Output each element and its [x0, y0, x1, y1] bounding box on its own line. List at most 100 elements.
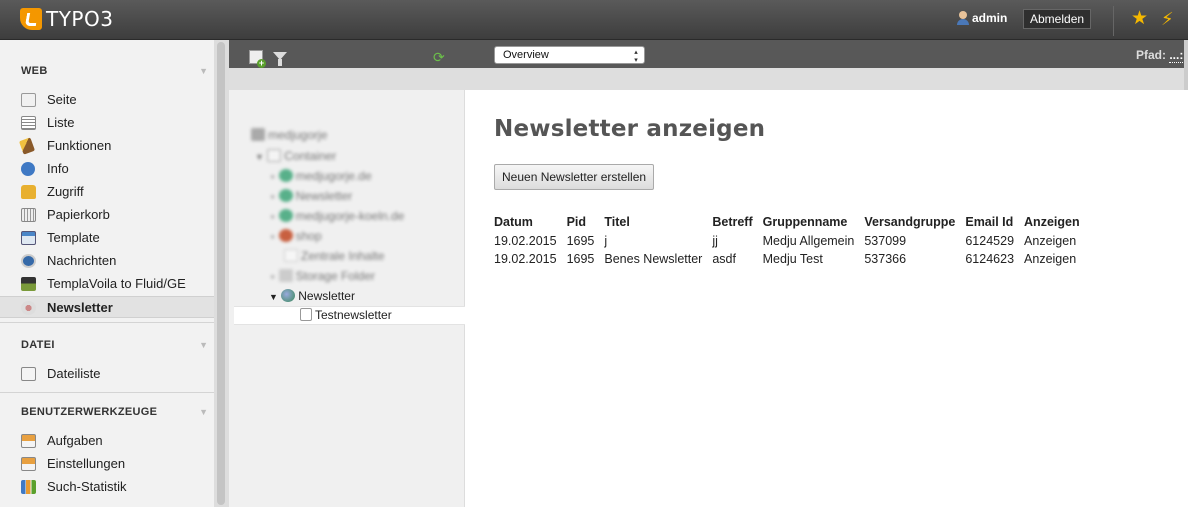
module-label: TemplaVoila to Fluid/GE — [47, 276, 186, 291]
group-header-web[interactable]: WEB ▼ — [0, 60, 214, 84]
expand-arrow-icon: + — [270, 192, 276, 202]
table-row: 19.02.2015 1695 Benes Newsletter asdf Me… — [494, 250, 1080, 268]
scrollbar-thumb[interactable] — [217, 42, 225, 505]
globe-icon — [278, 189, 293, 202]
module-label: Liste — [47, 115, 75, 130]
function-select-value: Overview — [503, 49, 549, 61]
expand-arrow-icon: + — [270, 232, 276, 242]
module-aufgaben[interactable]: Aufgaben — [0, 430, 214, 452]
tree-item[interactable]: + medjugorje.de — [270, 169, 372, 189]
table-cell: 537099 — [864, 234, 907, 248]
templavoila-icon — [21, 277, 36, 291]
collapse-arrow-icon: ▼ — [199, 407, 208, 417]
clear-cache-bolt-icon[interactable]: ⚡ — [1161, 9, 1174, 29]
header-scrollbar — [1184, 40, 1188, 90]
filter-icon[interactable] — [273, 52, 287, 66]
module-label: Such-Statistik — [47, 479, 127, 494]
group-label: WEB — [21, 65, 48, 77]
module-nachrichten[interactable]: Nachrichten — [0, 250, 214, 272]
view-link[interactable]: Anzeigen — [1024, 232, 1080, 250]
table-cell: Benes Newsletter — [604, 252, 703, 266]
bookmark-star-icon[interactable]: ★ — [1131, 9, 1148, 29]
module-seite[interactable]: Seite — [0, 89, 214, 111]
globe-icon — [281, 289, 296, 302]
group-header-datei[interactable]: DATEI ▼ — [0, 334, 214, 358]
create-newsletter-button[interactable]: Neuen Newsletter erstellen — [494, 164, 655, 190]
topbar-divider — [1113, 6, 1114, 36]
tree-item-container[interactable]: ▼ Container — [255, 149, 336, 169]
tree-label: Container — [284, 149, 337, 163]
tree-label: Newsletter — [295, 189, 353, 203]
doc-header-secondary — [229, 68, 1188, 90]
collapse-arrow-icon: ▼ — [199, 340, 208, 350]
module-label: Dateiliste — [47, 366, 101, 381]
tree-root[interactable]: medjugorje — [251, 128, 327, 148]
table-cell: Medju Allgemein — [762, 234, 855, 248]
lock-icon — [21, 185, 36, 199]
module-label: Nachrichten — [47, 253, 117, 268]
table-cell: 1695 — [566, 252, 595, 266]
globe-icon — [278, 209, 293, 222]
new-page-icon[interactable] — [249, 50, 266, 68]
column-header: Anzeigen — [1024, 215, 1080, 229]
table-header-row: Datum Pid Titel Betreff Gruppenname Vers… — [494, 214, 1080, 232]
typo3-logo[interactable]: TYPO3 — [20, 7, 113, 31]
column-header: Gruppenname — [762, 215, 848, 229]
tree-item[interactable]: + Storage Folder — [270, 269, 375, 289]
tree-item[interactable]: + medjugorje-koeln.de — [270, 209, 404, 229]
column-header: Betreff — [712, 215, 753, 229]
module-label: Aufgaben — [47, 433, 103, 448]
folder-icon — [278, 269, 293, 282]
tree-item[interactable]: + shop — [270, 229, 322, 249]
column-header: Titel — [604, 215, 630, 229]
template-icon — [21, 231, 36, 245]
function-select[interactable]: Overview ▴▾ — [494, 46, 645, 64]
page-edit-icon — [21, 93, 36, 107]
module-dateiliste[interactable]: Dateiliste — [0, 363, 214, 385]
table-cell: 19.02.2015 — [494, 234, 557, 248]
module-such-statistik[interactable]: Such-Statistik — [0, 476, 214, 498]
tree-item[interactable]: Zentrale Inhalte — [284, 249, 384, 269]
tree-label: shop — [295, 229, 322, 243]
module-template[interactable]: Template — [0, 227, 214, 249]
tree-item[interactable]: + Newsletter — [270, 189, 352, 209]
module-newsletter[interactable]: Newsletter — [0, 296, 214, 318]
table-cell: 537366 — [864, 252, 907, 266]
logo-text: TYPO3 — [46, 7, 114, 31]
module-label: Template — [47, 230, 100, 245]
select-caret-icon: ▴▾ — [632, 48, 639, 64]
expand-arrow-icon: + — [270, 212, 276, 222]
module-label: Seite — [47, 92, 77, 107]
top-bar: TYPO3 admin Abmelden ★ ⚡ — [0, 0, 1188, 40]
table-cell: j — [604, 234, 608, 248]
module-content — [466, 90, 1188, 507]
list-icon — [21, 116, 36, 130]
trash-icon — [21, 208, 36, 222]
module-label: Newsletter — [47, 300, 113, 315]
module-zugriff[interactable]: Zugriff — [0, 181, 214, 203]
tree-item-newsletter[interactable]: ▼ Newsletter — [269, 289, 355, 309]
tree-label: Storage Folder — [295, 269, 375, 283]
module-einstellungen[interactable]: Einstellungen — [0, 453, 214, 475]
tree-label: medjugorje-koeln.de — [295, 209, 405, 223]
path-value[interactable]: ...: — [1169, 48, 1184, 63]
sidebar-scrollbar[interactable] — [214, 40, 229, 507]
tree-item-testnewsletter[interactable]: Testnewsletter — [300, 308, 392, 328]
module-label: Info — [47, 161, 69, 176]
module-papierkorb[interactable]: Papierkorb — [0, 204, 214, 226]
module-templavoila[interactable]: TemplaVoila to Fluid/GE — [0, 273, 214, 295]
table-cell: 6124529 — [965, 234, 1015, 248]
page-icon — [267, 149, 282, 162]
module-info[interactable]: Info — [0, 158, 214, 180]
group-header-benutzerwerkzeuge[interactable]: BENUTZERWERKZEUGE ▼ — [0, 401, 214, 425]
module-label: Funktionen — [47, 138, 112, 153]
table-row: 19.02.2015 1695 j jj Medju Allgemein 537… — [494, 232, 1080, 250]
module-liste[interactable]: Liste — [0, 112, 214, 134]
refresh-icon[interactable]: ⟳ — [433, 50, 447, 64]
user-menu[interactable]: admin — [956, 11, 1007, 25]
view-link[interactable]: Anzeigen — [1024, 250, 1080, 268]
newsletter-icon — [21, 301, 36, 315]
module-funktionen[interactable]: Funktionen — [0, 135, 214, 157]
globe-icon — [251, 128, 265, 141]
logout-button[interactable]: Abmelden — [1023, 9, 1092, 29]
